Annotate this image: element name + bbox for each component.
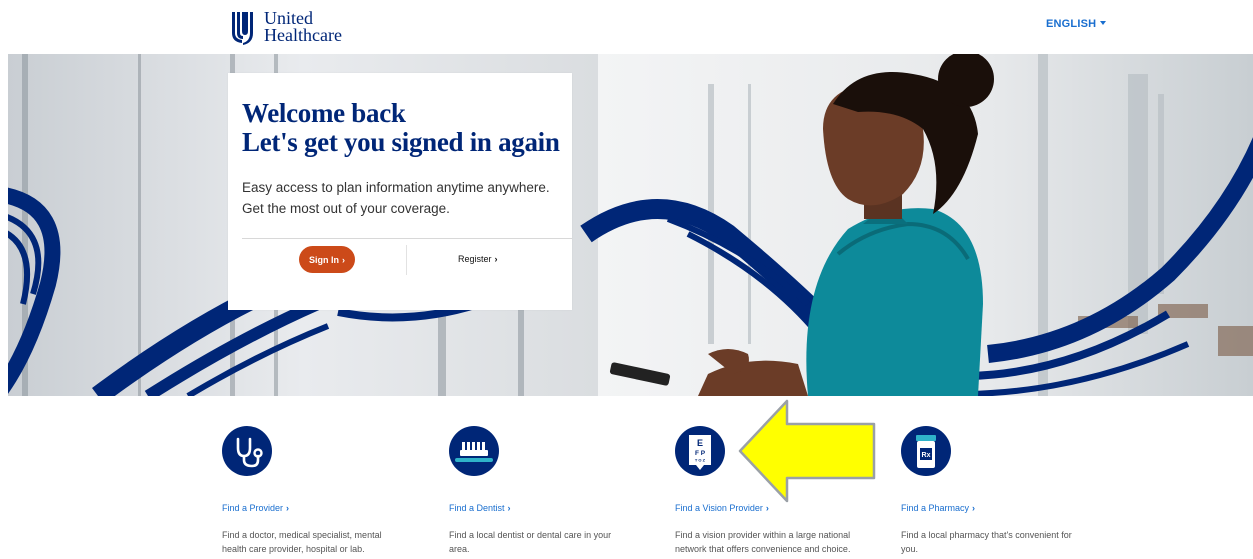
- toothbrush-icon[interactable]: [449, 426, 499, 476]
- signin-card: Welcome back Let's get you signed in aga…: [228, 73, 572, 310]
- find-dentist-description: Find a local dentist or dental care in y…: [449, 528, 669, 556]
- find-dentist-link[interactable]: Find a Dentist ›: [449, 503, 511, 513]
- hero-image: [8, 54, 1253, 396]
- desc-line-1: Find a vision provider within a large na…: [675, 530, 851, 540]
- logo-line-2: Healthcare: [264, 25, 342, 45]
- unitedhealthcare-logo[interactable]: United Healthcare: [230, 7, 342, 47]
- register-link[interactable]: Register ›: [458, 254, 498, 264]
- divider: [242, 238, 572, 239]
- chevron-right-icon: ›: [972, 503, 976, 513]
- pharmacy-bottle-icon[interactable]: Rx: [901, 426, 951, 476]
- eye-chart-row-2: F P: [695, 450, 706, 457]
- logo-mark-icon: [232, 12, 253, 45]
- annotation-arrow-icon: [738, 399, 876, 503]
- rx-label: Rx: [922, 452, 931, 459]
- desc-line-1: Find a doctor, medical specialist, menta…: [222, 530, 382, 540]
- chevron-right-icon: ›: [286, 503, 290, 513]
- language-label: ENGLISH: [1046, 18, 1097, 30]
- desc-line-1: Find a local pharmacy that's convenient …: [901, 530, 1072, 540]
- welcome-heading: Welcome back Let's get you signed in aga…: [242, 99, 560, 157]
- find-provider-link[interactable]: Find a Provider ›: [222, 503, 289, 513]
- subtitle-line-1: Easy access to plan information anytime …: [242, 180, 550, 195]
- caret-down-icon: [1100, 21, 1107, 26]
- find-pharmacy-description: Find a local pharmacy that's convenient …: [901, 528, 1121, 556]
- heading-line-2: Let's get you signed in again: [242, 127, 560, 157]
- chevron-right-icon: ›: [507, 503, 511, 513]
- desc-line-2: you.: [901, 544, 919, 554]
- heading-line-1: Welcome back: [242, 98, 406, 128]
- sign-in-button[interactable]: Sign In ›: [299, 246, 355, 273]
- chevron-right-icon: ›: [494, 254, 498, 264]
- desc-line-1: Find a local dentist or dental care in y…: [449, 530, 612, 540]
- button-divider: [406, 245, 407, 275]
- eye-chart-row-3: T O Z: [695, 458, 706, 463]
- chevron-right-icon: ›: [342, 254, 345, 265]
- welcome-subtitle: Easy access to plan information anytime …: [242, 177, 550, 219]
- find-pharmacy-link[interactable]: Find a Pharmacy ›: [901, 503, 975, 513]
- register-label: Register: [458, 254, 492, 264]
- eye-chart-row-1: E: [697, 438, 703, 448]
- find-provider-label: Find a Provider: [222, 503, 284, 513]
- desc-line-2: area.: [449, 544, 470, 554]
- find-vision-provider-link[interactable]: Find a Vision Provider ›: [675, 503, 769, 513]
- hero-banner: [8, 54, 1253, 396]
- desc-line-2: health care provider, hospital or lab.: [222, 544, 365, 554]
- find-vision-provider-label: Find a Vision Provider: [675, 503, 763, 513]
- find-dentist-label: Find a Dentist: [449, 503, 505, 513]
- chevron-right-icon: ›: [765, 503, 769, 513]
- language-dropdown[interactable]: ENGLISH: [1046, 18, 1107, 30]
- logo-text: United Healthcare: [264, 9, 342, 45]
- desc-line-2: network that offers convenience and choi…: [675, 544, 851, 554]
- find-vision-provider-description: Find a vision provider within a large na…: [675, 528, 895, 556]
- sign-in-label: Sign In: [309, 254, 339, 265]
- find-provider-description: Find a doctor, medical specialist, menta…: [222, 528, 442, 556]
- find-pharmacy-label: Find a Pharmacy: [901, 503, 970, 513]
- eye-chart-icon[interactable]: E F P T O Z: [675, 426, 725, 476]
- stethoscope-icon[interactable]: [222, 426, 272, 476]
- subtitle-line-2: Get the most out of your coverage.: [242, 201, 450, 216]
- header: United Healthcare ENGLISH: [0, 0, 1253, 54]
